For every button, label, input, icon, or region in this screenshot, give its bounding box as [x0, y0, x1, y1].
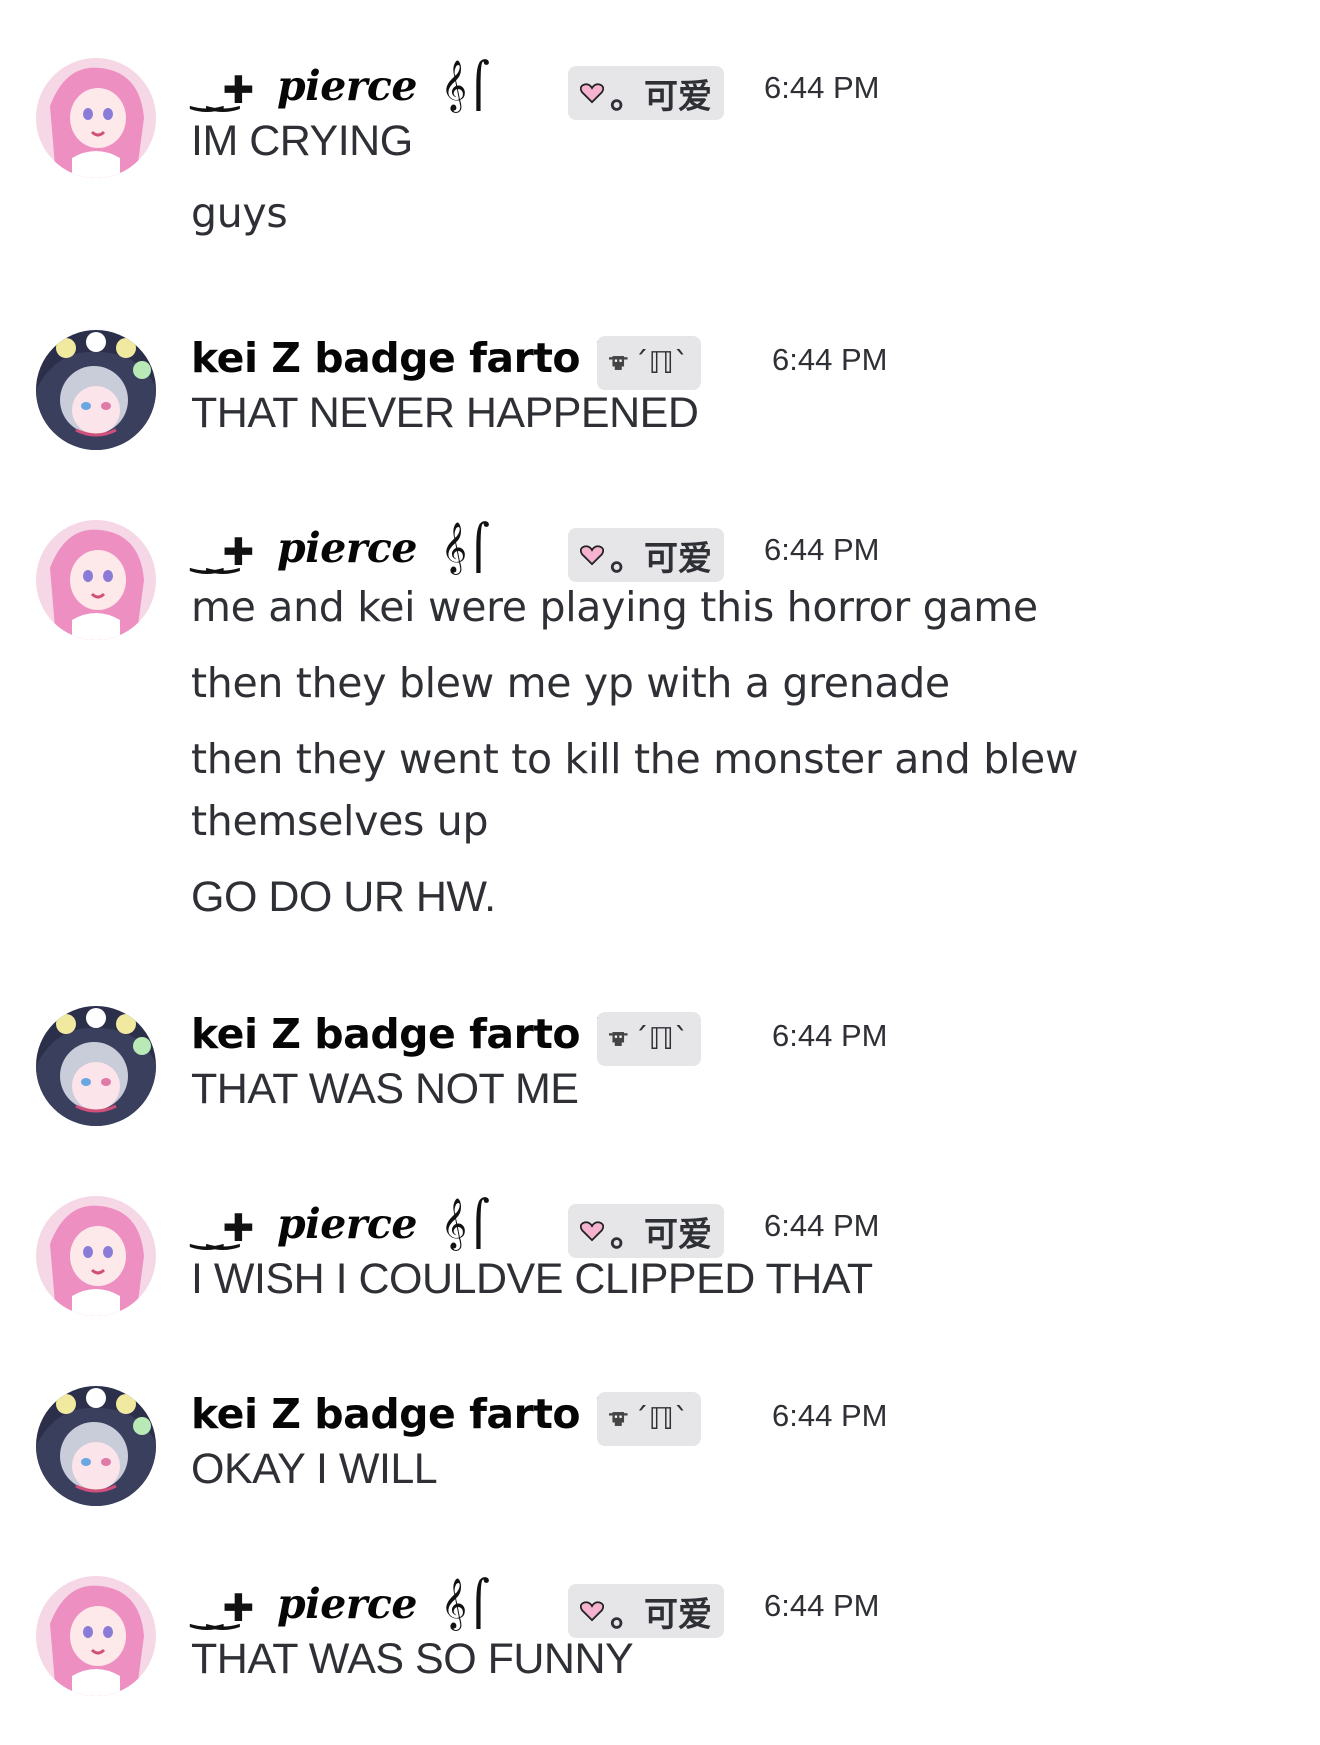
tag-label: 。可爱: [610, 76, 712, 117]
avatar[interactable]: [36, 330, 156, 450]
message-text: IM CRYING: [191, 117, 413, 165]
avatar[interactable]: [36, 1196, 156, 1316]
skull-icon: [609, 356, 628, 370]
username[interactable]: pierce: [277, 62, 417, 110]
message-text: THAT WAS SO FUNNY: [191, 1635, 634, 1683]
message-text: THAT NEVER HAPPENED: [191, 389, 699, 437]
name-decoration: ‿͜✚: [191, 1586, 255, 1630]
message-text: I WISH I COULDVE CLIPPED THAT: [191, 1255, 873, 1303]
chat-message-list: ‿͜✚ pierce 𝄞⌠ 。可爱 6:44 PM IM CRYING guys: [0, 0, 1320, 1745]
avatar[interactable]: [36, 520, 156, 640]
skull-icon: [609, 1032, 628, 1046]
message-text: OKAY I WILL: [191, 1445, 438, 1493]
username[interactable]: pierce: [277, 1580, 417, 1628]
message-header: ‿͜✚ pierce 𝄞⌠ 。可爱 6:44 PM: [191, 520, 1300, 582]
timestamp: 6:44 PM: [764, 1208, 880, 1243]
message-text: guys: [191, 189, 288, 237]
server-tag[interactable]: 。可爱: [568, 66, 724, 120]
avatar[interactable]: [36, 58, 156, 178]
tag-label: 。可爱: [610, 538, 712, 579]
pink-heart-icon: [580, 1601, 604, 1622]
name-decoration: ‿͜✚: [191, 68, 255, 112]
message-text: GO DO UR HW.: [191, 873, 496, 921]
skull-icon: [609, 1412, 628, 1426]
server-tag[interactable]: ´ℿ`: [597, 1392, 701, 1446]
tag-label: ´ℿ`: [633, 1401, 689, 1437]
pink-heart-icon: [580, 545, 604, 566]
tag-label: ´ℿ`: [633, 1021, 689, 1057]
message-text: then they blew me yp with a grenade: [191, 659, 950, 707]
server-tag[interactable]: 。可爱: [568, 528, 724, 582]
name-decoration: 𝄞⌠: [441, 1578, 490, 1629]
name-decoration: ‿͜✚: [191, 1206, 255, 1250]
timestamp: 6:44 PM: [772, 1018, 888, 1053]
timestamp: 6:44 PM: [764, 1588, 880, 1623]
avatar[interactable]: [36, 1386, 156, 1506]
avatar[interactable]: [36, 1576, 156, 1696]
message-text: then they went to kill the monster and b…: [191, 735, 1079, 783]
name-decoration: 𝄞⌠: [441, 1198, 490, 1249]
name-decoration: ‿͜✚: [191, 530, 255, 574]
timestamp: 6:44 PM: [764, 70, 880, 105]
name-decoration: 𝄞⌠: [441, 60, 490, 111]
tag-label: ´ℿ`: [633, 345, 689, 381]
timestamp: 6:44 PM: [772, 1398, 888, 1433]
pink-heart-icon: [580, 1221, 604, 1242]
message-text: themselves up: [191, 797, 489, 845]
timestamp: 6:44 PM: [764, 532, 880, 567]
avatar[interactable]: [36, 1006, 156, 1126]
username[interactable]: pierce: [277, 524, 417, 572]
pink-heart-icon: [580, 83, 604, 104]
name-decoration: 𝄞⌠: [441, 522, 490, 573]
timestamp: 6:44 PM: [772, 342, 888, 377]
server-tag[interactable]: ´ℿ`: [597, 1012, 701, 1066]
username[interactable]: pierce: [277, 1200, 417, 1248]
message-text: me and kei were playing this horror game: [191, 583, 1038, 631]
message-text: THAT WAS NOT ME: [191, 1065, 579, 1113]
